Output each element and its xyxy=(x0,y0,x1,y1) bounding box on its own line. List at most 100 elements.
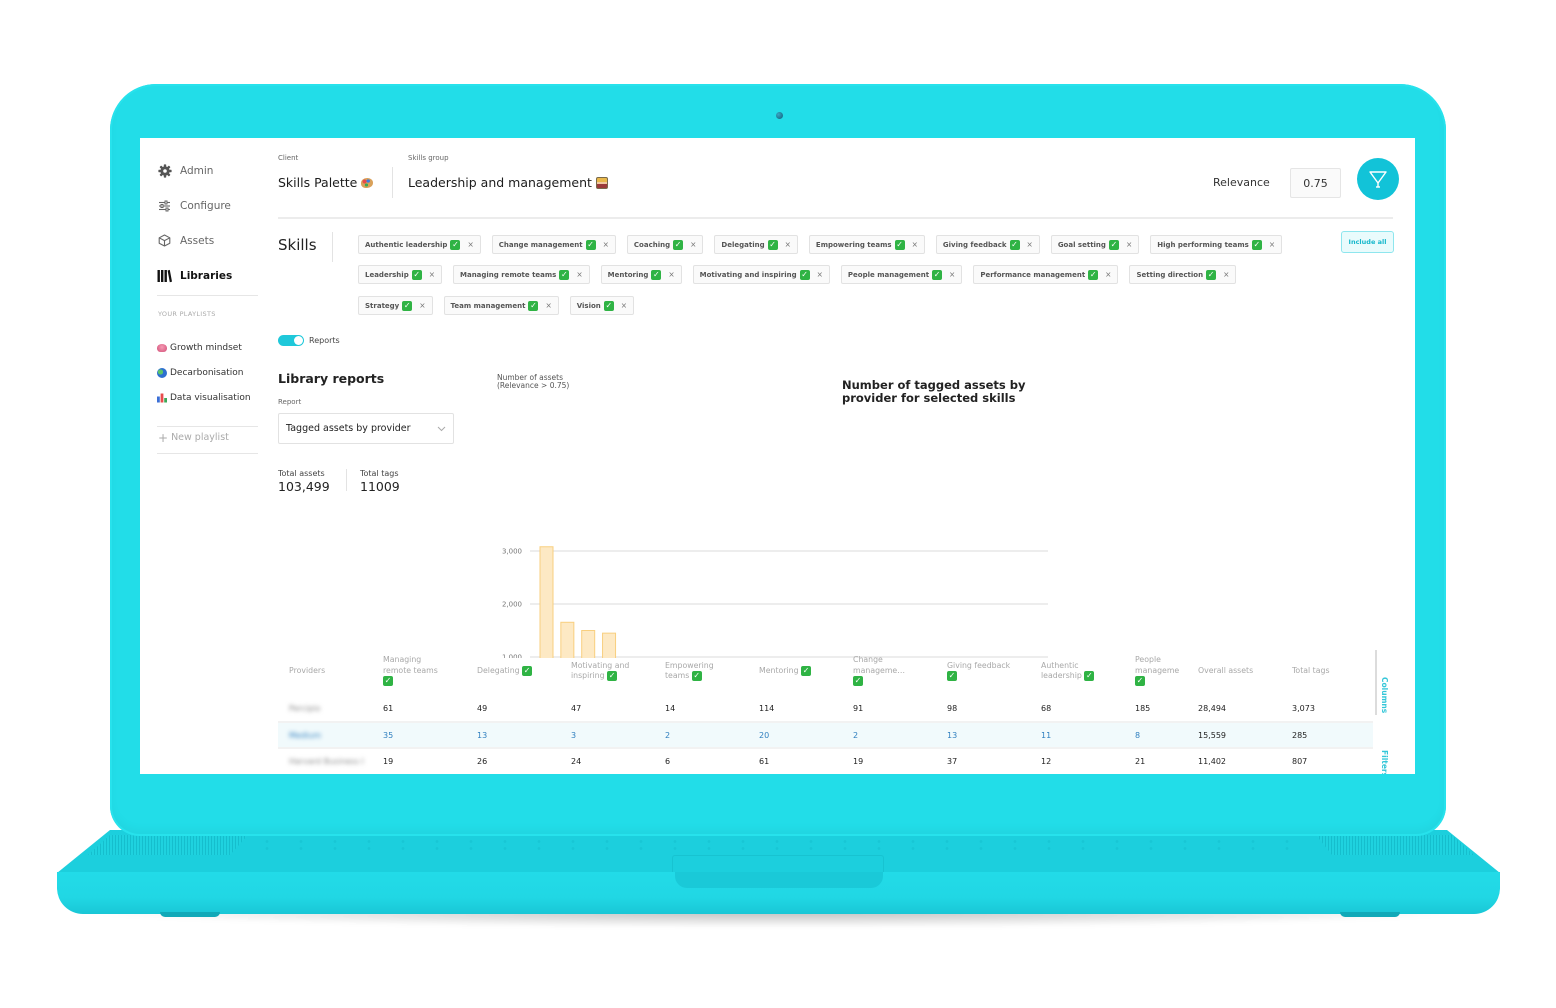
table-cell[interactable]: 11 xyxy=(1041,722,1051,748)
provider-name[interactable]: Harvard Business I xyxy=(289,748,364,774)
table-cell: 6 xyxy=(665,756,671,766)
table-header-cell[interactable]: Delegating ✓ xyxy=(477,650,539,692)
header-label: Authentic leadership xyxy=(1041,660,1082,681)
columns-tab[interactable]: Columns xyxy=(1380,677,1389,713)
remove-skill-button[interactable]: × xyxy=(949,270,955,279)
table-header-cell[interactable]: Providers xyxy=(289,650,369,692)
skill-chip[interactable]: Leadership ✓ × xyxy=(358,265,442,284)
table-header-cell[interactable]: Managing remote teams ✓ xyxy=(383,650,445,692)
remove-skill-button[interactable]: × xyxy=(690,240,696,249)
reports-toggle[interactable] xyxy=(278,335,304,346)
remove-skill-button[interactable]: × xyxy=(576,270,582,279)
playlist-label: Growth mindset xyxy=(170,342,242,353)
skill-chip[interactable]: Team management ✓ × xyxy=(443,296,559,315)
remove-skill-button[interactable]: × xyxy=(1126,240,1132,249)
remove-skill-button[interactable]: × xyxy=(785,240,791,249)
table-cell: 98 xyxy=(947,703,958,713)
table-cell[interactable]: 3 xyxy=(571,722,576,748)
playlist-item[interactable]: Decarbonisation xyxy=(157,360,251,385)
table-header-cell[interactable]: Authentic leadership ✓ xyxy=(1041,650,1103,692)
skill-chip[interactable]: Mentoring ✓ × xyxy=(600,265,682,284)
table-header-cell[interactable]: Total tags xyxy=(1292,650,1362,692)
remove-skill-button[interactable]: × xyxy=(668,270,674,279)
check-icon: ✓ xyxy=(402,300,413,311)
skill-chip[interactable]: Authentic leadership ✓ × xyxy=(358,235,481,254)
skill-chip[interactable]: Delegating ✓ × xyxy=(714,235,798,254)
sidebar-item-label: Admin xyxy=(180,164,214,177)
skill-chip[interactable]: Goal setting ✓ × xyxy=(1050,235,1140,254)
sidebar-item-configure[interactable]: Configure xyxy=(157,188,261,223)
skill-chip[interactable]: Empowering teams ✓ × xyxy=(808,235,925,254)
header-content: Motivating and inspiring ✓ xyxy=(571,661,643,682)
provider-name[interactable]: Percipio xyxy=(289,695,320,721)
check-icon: ✓ xyxy=(603,300,614,311)
header-label: Overall assets xyxy=(1198,665,1254,675)
filters-tab[interactable]: Filters xyxy=(1380,750,1389,774)
table-header-cell[interactable]: Overall assets xyxy=(1198,650,1256,692)
remove-skill-button[interactable]: × xyxy=(603,240,609,249)
remove-skill-button[interactable]: × xyxy=(545,301,551,310)
table-cell[interactable]: 13 xyxy=(477,722,487,748)
table-header-cell[interactable]: People manageme ✓ xyxy=(1135,650,1187,692)
skill-chip[interactable]: Performance management ✓ × xyxy=(973,265,1119,284)
check-icon: ✓ xyxy=(1108,239,1119,250)
skill-chip[interactable]: Vision ✓ × xyxy=(569,296,635,315)
skill-chip-label: Empowering teams xyxy=(815,240,892,249)
include-all-button[interactable]: Include all xyxy=(1341,231,1394,253)
remove-skill-button[interactable]: × xyxy=(419,301,425,310)
table-cell[interactable]: 2 xyxy=(853,722,858,748)
table-header-cell[interactable]: Giving feedback ✓ xyxy=(947,650,1011,692)
skill-chip[interactable]: Managing remote teams ✓ × xyxy=(453,265,590,284)
report-select[interactable]: Tagged assets by provider xyxy=(278,413,454,444)
table-cell: 114 xyxy=(759,703,775,713)
remove-skill-button[interactable]: × xyxy=(621,301,627,310)
header-label: Empowering teams xyxy=(665,660,714,681)
remove-skill-button[interactable]: × xyxy=(912,240,918,249)
skill-chip[interactable]: Coaching ✓ × xyxy=(626,235,704,254)
table-header-cell[interactable]: Motivating and inspiring ✓ xyxy=(571,650,643,692)
teacher-emoji-icon xyxy=(595,176,608,189)
skill-chip[interactable]: High performing teams ✓ × xyxy=(1150,235,1283,254)
table-cell[interactable]: 2 xyxy=(665,722,670,748)
table-header-cell[interactable]: Mentoring ✓ xyxy=(759,650,821,692)
table-cell: 28,494 xyxy=(1198,703,1226,713)
new-playlist-button[interactable]: + New playlist xyxy=(158,432,229,444)
check-icon: ✓ xyxy=(1135,676,1145,687)
skill-chip[interactable]: Giving feedback ✓ × xyxy=(935,235,1040,254)
table-cell: 19 xyxy=(383,756,394,766)
table-header-cell[interactable]: Change manageme… ✓ xyxy=(853,650,917,692)
bar[interactable] xyxy=(539,546,554,658)
table-cell[interactable]: 20 xyxy=(759,722,769,748)
filter-button[interactable] xyxy=(1357,158,1399,200)
client-selector[interactable]: Skills Palette xyxy=(278,175,374,190)
provider-name[interactable]: Medium xyxy=(289,722,321,748)
table-cell[interactable]: 8 xyxy=(1135,722,1140,748)
remove-skill-button[interactable]: × xyxy=(817,270,823,279)
sidebar-item-libraries[interactable]: Libraries xyxy=(157,258,261,293)
remove-skill-button[interactable]: × xyxy=(467,240,473,249)
sidebar-divider xyxy=(157,453,258,454)
y-tick-label: 2,000 xyxy=(502,601,522,609)
remove-skill-button[interactable]: × xyxy=(1105,270,1111,279)
sidebar-item-assets[interactable]: Assets xyxy=(157,223,261,258)
check-icon: ✓ xyxy=(932,269,943,280)
remove-skill-button[interactable]: × xyxy=(429,270,435,279)
skill-chip[interactable]: People management ✓ × xyxy=(840,265,963,284)
sidebar-item-admin[interactable]: Admin xyxy=(157,153,261,188)
header-content: Empowering teams ✓ xyxy=(665,661,731,682)
relevance-input[interactable] xyxy=(1290,168,1341,198)
table-header-cell[interactable]: Empowering teams ✓ xyxy=(665,650,731,692)
playlist-item[interactable]: Growth mindset xyxy=(157,335,251,360)
skill-chip[interactable]: Motivating and inspiring ✓ × xyxy=(692,265,830,284)
table-cell[interactable]: 13 xyxy=(947,722,957,748)
playlist-item[interactable]: Data visualisation xyxy=(157,385,251,410)
remove-skill-button[interactable]: × xyxy=(1027,240,1033,249)
table-cell[interactable]: 35 xyxy=(383,722,393,748)
skill-chip[interactable]: Change management ✓ × xyxy=(491,235,616,254)
skill-chip[interactable]: Strategy ✓ × xyxy=(358,296,433,315)
skills-group-selector[interactable]: Leadership and management xyxy=(408,175,608,190)
remove-skill-button[interactable]: × xyxy=(1223,270,1229,279)
skill-chip[interactable]: Setting direction ✓ × xyxy=(1129,265,1237,284)
laptop-foot xyxy=(1340,912,1400,917)
remove-skill-button[interactable]: × xyxy=(1269,240,1275,249)
